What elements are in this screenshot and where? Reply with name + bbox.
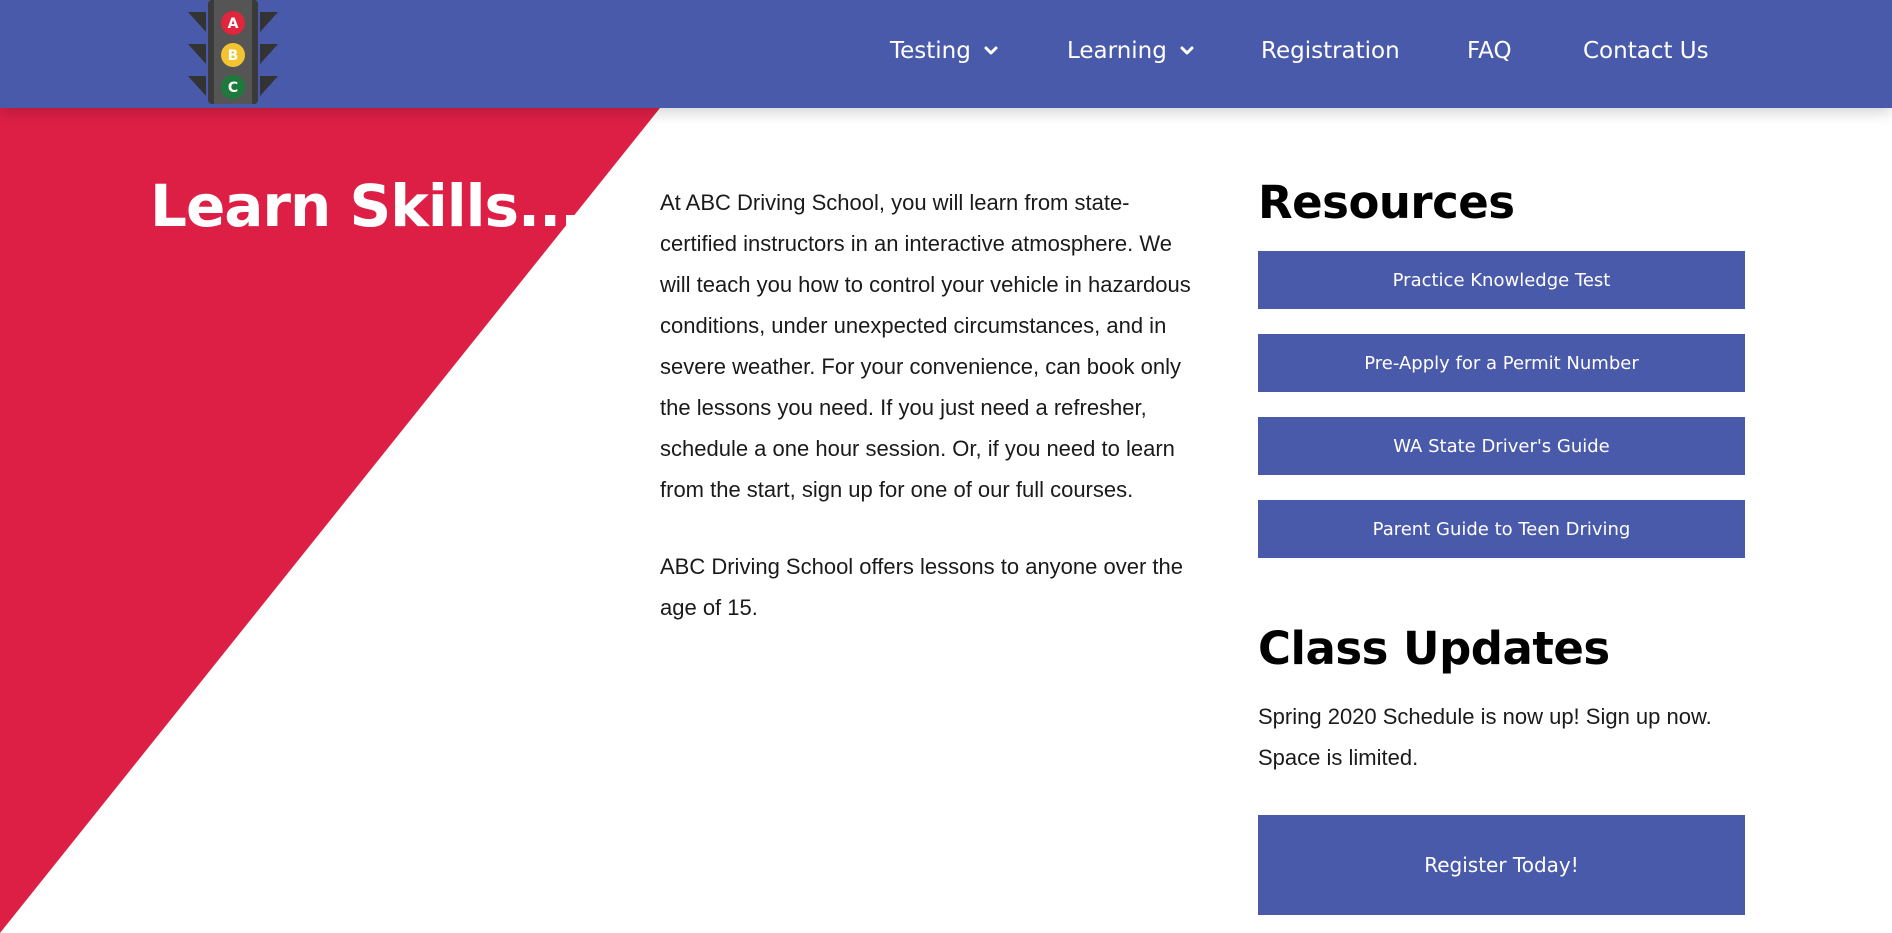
nav-item-label: Learning	[1067, 38, 1167, 64]
intro-paragraph: ABC Driving School offers lessons to any…	[660, 554, 1183, 620]
chevron-down-icon	[1180, 46, 1194, 55]
nav-item-label: Contact Us	[1583, 38, 1709, 64]
pre-apply-permit-button[interactable]: Pre-Apply for a Permit Number	[1258, 334, 1745, 392]
intro-paragraph: At ABC Driving School, you will learn fr…	[660, 190, 1191, 502]
page: A B C Testing Learning Registration FAQ …	[0, 0, 1892, 933]
resources-heading: Resources	[1258, 176, 1515, 229]
nav-item-label: Registration	[1261, 38, 1400, 64]
hero-title: Learn Skills...	[150, 172, 582, 240]
intro-text: At ABC Driving School, you will learn fr…	[660, 182, 1200, 664]
class-updates-text: Spring 2020 Schedule is now up! Sign up …	[1258, 704, 1712, 770]
chevron-down-icon	[984, 46, 998, 55]
nav-item-testing[interactable]: Testing	[890, 34, 999, 68]
nav-item-label: Testing	[890, 38, 971, 64]
site-header: A B C Testing Learning Registration FAQ …	[0, 0, 1892, 108]
nav-item-registration[interactable]: Registration	[1261, 34, 1400, 68]
main-nav: Testing Learning Registration FAQ Contac…	[0, 0, 1892, 102]
parent-guide-button[interactable]: Parent Guide to Teen Driving	[1258, 500, 1745, 558]
nav-item-contact-us[interactable]: Contact Us	[1583, 34, 1709, 68]
practice-knowledge-test-button[interactable]: Practice Knowledge Test	[1258, 251, 1745, 309]
wa-drivers-guide-button[interactable]: WA State Driver's Guide	[1258, 417, 1745, 475]
nav-item-learning[interactable]: Learning	[1067, 34, 1195, 68]
nav-item-faq[interactable]: FAQ	[1467, 34, 1512, 68]
register-today-button[interactable]: Register Today!	[1258, 815, 1745, 915]
class-updates-heading: Class Updates	[1258, 622, 1610, 675]
nav-item-label: FAQ	[1467, 38, 1512, 64]
